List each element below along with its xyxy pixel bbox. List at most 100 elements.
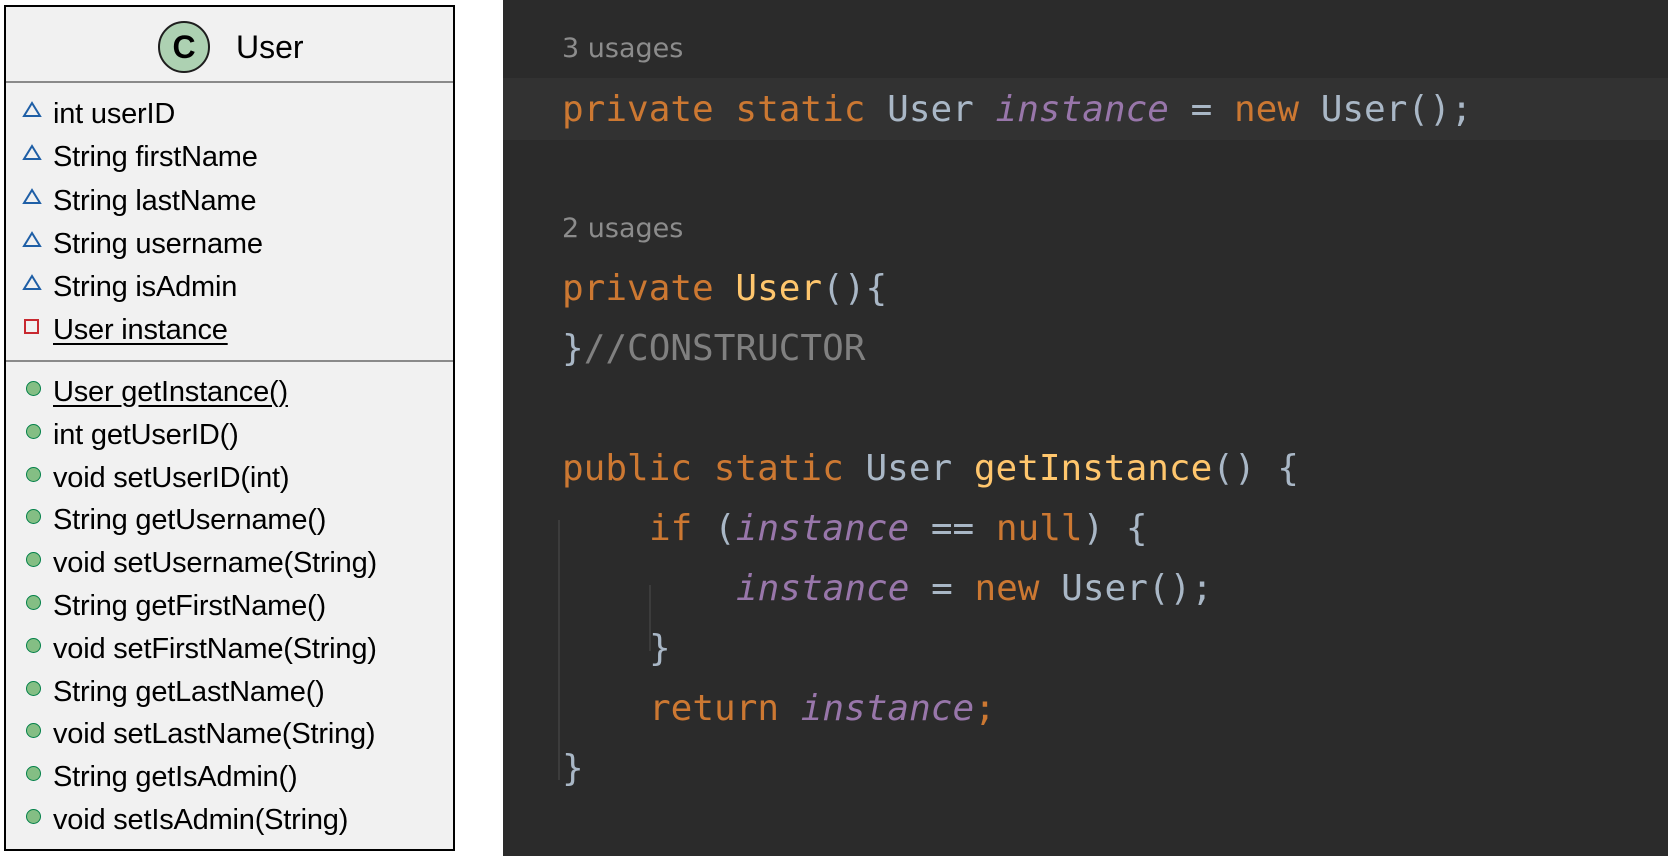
- method-token: User: [735, 268, 823, 309]
- uml-fields-section: int userID String firstName String lastN…: [6, 83, 453, 362]
- punctuation-token: }: [562, 748, 584, 789]
- keyword-token: return: [649, 688, 780, 729]
- uml-method-text: String getLastName(): [53, 675, 325, 708]
- uml-method: String getLastName(): [6, 672, 453, 715]
- uml-method-text: void setUserID(int): [53, 461, 290, 494]
- type-token: User: [1061, 568, 1148, 609]
- usage-hint[interactable]: 2 usages: [562, 213, 683, 245]
- code-line[interactable]: private static User instance = new User(…: [562, 88, 1472, 132]
- keyword-token: static: [735, 89, 866, 130]
- uml-class-box: C User int userID String firstName Strin…: [4, 5, 455, 851]
- class-name: User: [236, 29, 304, 65]
- type-token: User: [1320, 89, 1408, 130]
- uml-method-text: int getUserID(): [53, 418, 239, 451]
- punctuation-token: ();: [1407, 89, 1473, 130]
- punctuation-token: }: [649, 628, 671, 669]
- uml-field: String username: [6, 224, 453, 267]
- keyword-token: if: [649, 508, 693, 549]
- code-line[interactable]: return instance;: [649, 687, 996, 731]
- public-visibility-dot-icon: [26, 637, 41, 653]
- code-line[interactable]: if (instance == null) {: [649, 507, 1148, 551]
- uml-field-text: String lastName: [53, 184, 257, 217]
- operator-token: =: [931, 568, 953, 609]
- public-visibility-dot-icon: [26, 680, 41, 696]
- package-visibility-triangle-icon: [22, 187, 42, 204]
- uml-method-text: String getIsAdmin(): [53, 761, 298, 794]
- keyword-token: new: [974, 568, 1040, 609]
- uml-method: void setUserID(int): [6, 458, 453, 501]
- code-line[interactable]: }//CONSTRUCTOR: [562, 327, 865, 371]
- field-token: instance: [800, 688, 975, 729]
- field-token: instance: [736, 568, 910, 609]
- public-visibility-dot-icon: [26, 381, 41, 396]
- keyword-token: new: [1233, 89, 1300, 130]
- uml-field-text: String username: [53, 227, 263, 260]
- package-visibility-triangle-icon: [22, 144, 42, 161]
- punctuation-token: () {: [1212, 448, 1299, 489]
- public-visibility-dot-icon: [26, 723, 41, 739]
- uml-field-text: String firstName: [53, 141, 258, 174]
- uml-method-text: void setFirstName(String): [53, 632, 377, 665]
- uml-method: String getUsername(): [6, 500, 453, 543]
- keyword-token: private: [562, 89, 714, 130]
- punctuation-token: (: [714, 508, 736, 549]
- usage-hint[interactable]: 3 usages: [562, 33, 683, 65]
- keyword-token: private: [562, 268, 714, 309]
- private-visibility-square-icon: [24, 319, 39, 335]
- public-visibility-dot-icon: [26, 594, 41, 610]
- uml-field: String lastName: [6, 181, 453, 224]
- uml-field-text: User instance: [53, 314, 228, 347]
- public-visibility-dot-icon: [26, 423, 41, 439]
- public-visibility-dot-icon: [26, 808, 41, 824]
- uml-class-header: C User: [6, 7, 453, 83]
- uml-method: User getInstance(): [6, 372, 453, 415]
- punctuation-token: ) {: [1082, 508, 1148, 549]
- public-visibility-dot-icon: [26, 466, 41, 482]
- operator-token: ==: [930, 508, 975, 549]
- uml-methods-section: User getInstance() int getUserID() void …: [6, 364, 453, 843]
- package-visibility-triangle-icon: [22, 230, 42, 247]
- uml-method-text: User getInstance(): [53, 376, 288, 408]
- code-line[interactable]: instance = new User();: [736, 567, 1213, 611]
- uml-method: void setUsername(String): [6, 543, 453, 586]
- code-line[interactable]: private User(){: [562, 267, 887, 311]
- keyword-token: null: [995, 508, 1083, 549]
- public-visibility-dot-icon: [26, 509, 41, 525]
- public-visibility-dot-icon: [26, 552, 41, 568]
- class-badge-icon: C: [158, 21, 210, 73]
- uml-field: String isAdmin: [6, 267, 453, 310]
- uml-method-text: String getUsername(): [53, 504, 327, 537]
- type-token: User: [865, 448, 953, 489]
- operator-token: =: [1190, 89, 1213, 130]
- punctuation-token: }: [562, 328, 584, 369]
- uml-method: void setIsAdmin(String): [6, 800, 453, 843]
- uml-method-text: void setUsername(String): [53, 547, 377, 580]
- method-token: getInstance: [973, 448, 1213, 489]
- field-token: instance: [735, 508, 910, 549]
- type-token: User: [887, 89, 974, 130]
- uml-field-text: String isAdmin: [53, 271, 238, 304]
- uml-method: void setLastName(String): [6, 714, 453, 757]
- uml-method: int getUserID(): [6, 415, 453, 458]
- punctuation-token: ;: [974, 688, 996, 729]
- uml-field: String firstName: [6, 137, 453, 180]
- keyword-token: public: [562, 448, 693, 489]
- uml-method: String getFirstName(): [6, 586, 453, 629]
- uml-method: void setFirstName(String): [6, 629, 453, 672]
- keyword-token: static: [713, 448, 844, 489]
- uml-field: int userID: [6, 94, 453, 137]
- uml-method-text: String getFirstName(): [53, 589, 326, 622]
- uml-field: User instance: [6, 310, 453, 353]
- public-visibility-dot-icon: [26, 766, 41, 782]
- code-line[interactable]: public static User getInstance() {: [562, 447, 1299, 491]
- uml-method-text: void setIsAdmin(String): [53, 803, 349, 836]
- punctuation-token: (){: [822, 268, 888, 309]
- package-visibility-triangle-icon: [22, 274, 42, 291]
- code-line[interactable]: }: [649, 627, 671, 671]
- uml-field-text: int userID: [53, 98, 176, 130]
- code-line[interactable]: }: [562, 747, 584, 791]
- code-editor: 3 usages private static User instance = …: [503, 0, 1668, 856]
- indent-guide: [558, 520, 560, 780]
- uml-method-text: void setLastName(String): [53, 718, 376, 751]
- uml-method: String getIsAdmin(): [6, 757, 453, 800]
